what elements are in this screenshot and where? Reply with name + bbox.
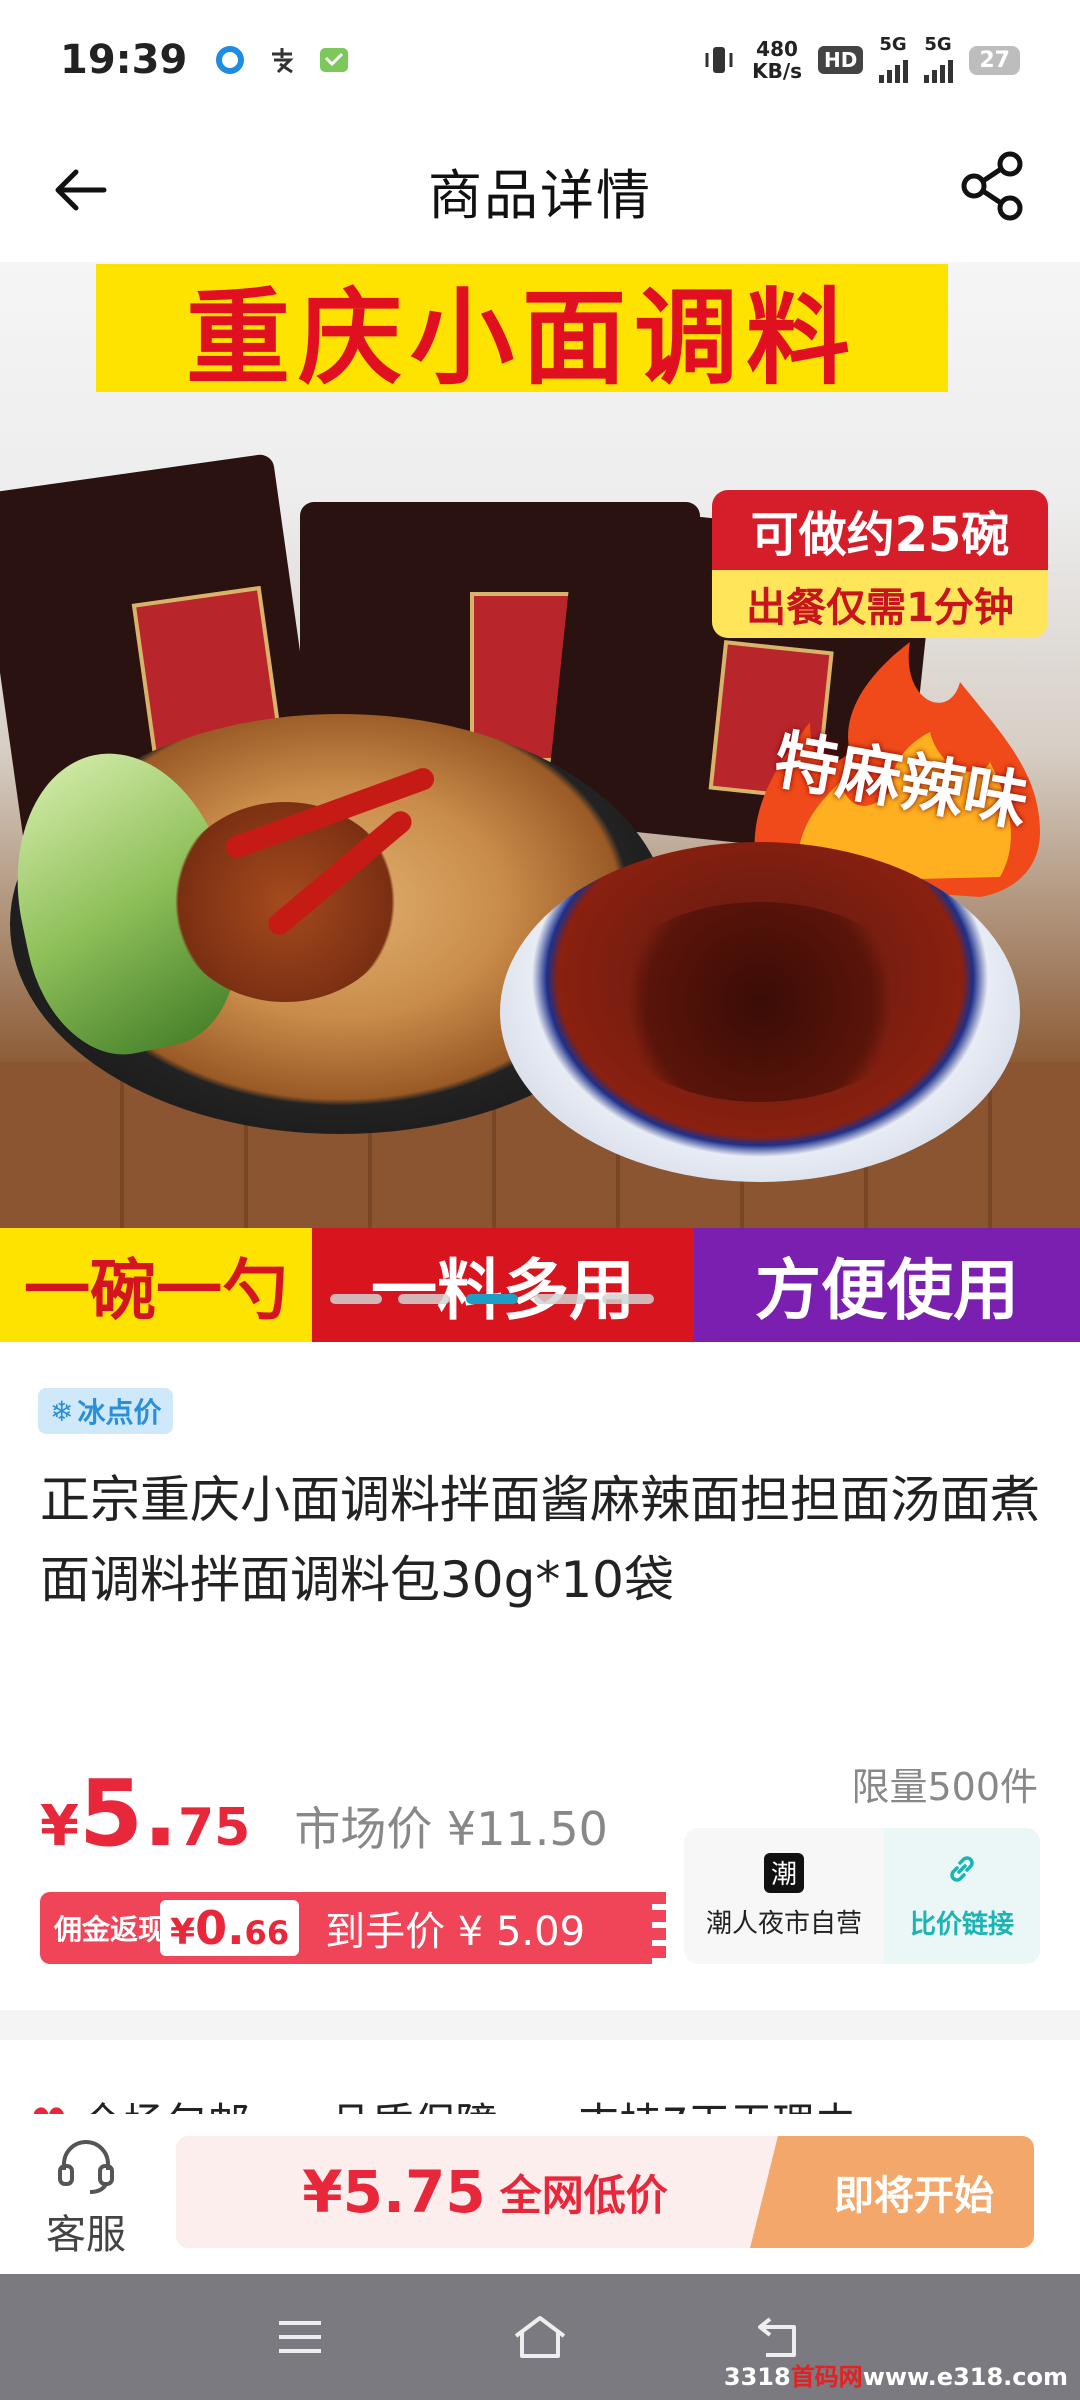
- watermark-middle: 首码网: [790, 2363, 863, 2391]
- product-image-carousel[interactable]: 重庆小面调料 可做约25碗 出餐仅需1分钟 特麻辣味 一碗一勺 一料多用 方便使…: [0, 262, 1080, 1342]
- status-bar: 19:39 480 KB/s HD 5G 5G 27: [0, 0, 1080, 120]
- commission-label: 佣金返现: [54, 1913, 160, 1946]
- share-button[interactable]: [954, 146, 1034, 226]
- vibrate-icon: [702, 43, 736, 77]
- servings-badge: 可做约25碗: [712, 490, 1048, 570]
- feature-2: 一料多用: [312, 1228, 694, 1342]
- bottom-price: ¥5.75: [302, 2158, 486, 2226]
- final-price: 到手价 ¥ 5.09: [325, 1909, 586, 1955]
- feature-1: 一碗一勺: [0, 1228, 312, 1342]
- customer-service-label: 客服: [46, 2212, 126, 2258]
- shop-card: 潮 潮人夜市自营 比价链接: [684, 1828, 1040, 1964]
- commission-decimal: 66: [244, 1914, 290, 1952]
- commission-amount: ¥ 0. 66: [160, 1900, 300, 1956]
- system-nav-bar: 3318首码网www.e318.com: [0, 2274, 1080, 2400]
- network-speed: 480 KB/s: [752, 38, 802, 82]
- snowflake-icon: ❄: [50, 1394, 74, 1428]
- product-title: 正宗重庆小面调料拌面酱麻辣面担担面汤面煮面调料拌面调料包30g*10袋: [40, 1471, 1040, 1609]
- page-title: 商品详情: [428, 163, 652, 227]
- hero-banner-title: 重庆小面调料: [185, 276, 858, 399]
- alipay-icon: [265, 43, 299, 77]
- signal-2-label: 5G: [924, 34, 952, 55]
- signal-2: 5G: [924, 34, 954, 83]
- menu-button[interactable]: [265, 2302, 335, 2372]
- price-decimal: 75: [177, 1798, 251, 1858]
- headset-icon: [58, 2140, 114, 2194]
- compare-link-button[interactable]: 比价链接: [884, 1828, 1040, 1964]
- share-icon: [961, 151, 1023, 221]
- feature-3: 方便使用: [694, 1228, 1080, 1342]
- signal-bars-icon: [879, 53, 909, 83]
- back-button[interactable]: [50, 160, 110, 220]
- bottom-action-bar: 客服 ¥5.75 全网低价 即将开始: [0, 2114, 1080, 2274]
- market-price: 市场价 ¥11.50: [294, 1802, 608, 1856]
- battery-indicator: 27: [969, 45, 1020, 75]
- commission-symbol: ¥: [170, 1912, 196, 1953]
- watermark-suffix: www.e318.com: [862, 2363, 1068, 2391]
- customer-service-button[interactable]: 客服: [36, 2136, 136, 2260]
- signal-1-label: 5G: [879, 34, 907, 55]
- commission-integer: 0.: [195, 1901, 245, 1955]
- commission-banner: 佣金返现 ¥ 0. 66 到手价 ¥ 5.09: [40, 1892, 666, 1964]
- watermark: 3318首码网www.e318.com: [724, 2357, 1068, 2392]
- serve-time-badge: 出餐仅需1分钟: [712, 570, 1048, 638]
- carousel-dots: [330, 1294, 654, 1304]
- price-row: ¥ 5. 75 市场价 ¥11.50: [40, 1760, 608, 1867]
- carousel-dot-active[interactable]: [466, 1294, 518, 1304]
- promo-tag: ❄ 冰点价: [38, 1388, 174, 1434]
- lowest-price-display: ¥5.75 全网低价: [176, 2136, 794, 2248]
- wechat-pay-icon: [317, 43, 351, 77]
- watermark-prefix: 3318: [723, 2363, 791, 2391]
- price-symbol: ¥: [40, 1794, 79, 1859]
- network-speed-value: 480: [756, 37, 798, 61]
- status-system-icons: 480 KB/s HD 5G 5G 27: [702, 34, 1020, 83]
- section-divider: [0, 2010, 1080, 2040]
- home-button[interactable]: [505, 2302, 575, 2372]
- carousel-dot[interactable]: [398, 1294, 450, 1304]
- carousel-dot[interactable]: [534, 1294, 586, 1304]
- link-icon: [945, 1852, 979, 1894]
- stock-limit: 限量500件: [851, 1765, 1038, 1809]
- bottom-price-tag: 全网低价: [499, 2170, 668, 2220]
- signal-bars-icon: [924, 53, 954, 83]
- status-time: 19:39: [60, 37, 188, 83]
- shop-name: 潮人夜市自营: [705, 1908, 862, 1939]
- home-icon: [514, 2316, 566, 2358]
- carousel-dot[interactable]: [330, 1294, 382, 1304]
- hero-banner: 重庆小面调料: [96, 264, 948, 399]
- coming-soon-label: 即将开始: [834, 2173, 994, 2219]
- baidu-netdisk-icon: [213, 43, 247, 77]
- purchase-bar: ¥5.75 全网低价 即将开始: [176, 2136, 1034, 2248]
- carousel-dot[interactable]: [602, 1294, 654, 1304]
- status-notification-icons: [213, 43, 351, 77]
- sauce-chunks-image: [600, 902, 920, 1102]
- promo-tag-label: 冰点价: [77, 1396, 162, 1429]
- menu-icon: [279, 2321, 321, 2353]
- compare-link-label: 比价链接: [909, 1909, 1014, 1940]
- signal-1: 5G: [879, 34, 909, 83]
- back-icon: [758, 2317, 796, 2357]
- hd-badge: HD: [818, 46, 864, 74]
- shop-logo: 潮: [764, 1852, 804, 1893]
- network-speed-unit: KB/s: [752, 59, 803, 83]
- price-integer: 5.: [78, 1760, 178, 1867]
- feature-strip: 一碗一勺 一料多用 方便使用: [0, 1228, 1080, 1342]
- nav-bar: 商品详情: [0, 120, 1080, 260]
- coming-soon-button[interactable]: 即将开始: [794, 2136, 1034, 2248]
- arrow-left-icon: [55, 169, 107, 211]
- shop-link[interactable]: 潮 潮人夜市自营: [684, 1828, 884, 1964]
